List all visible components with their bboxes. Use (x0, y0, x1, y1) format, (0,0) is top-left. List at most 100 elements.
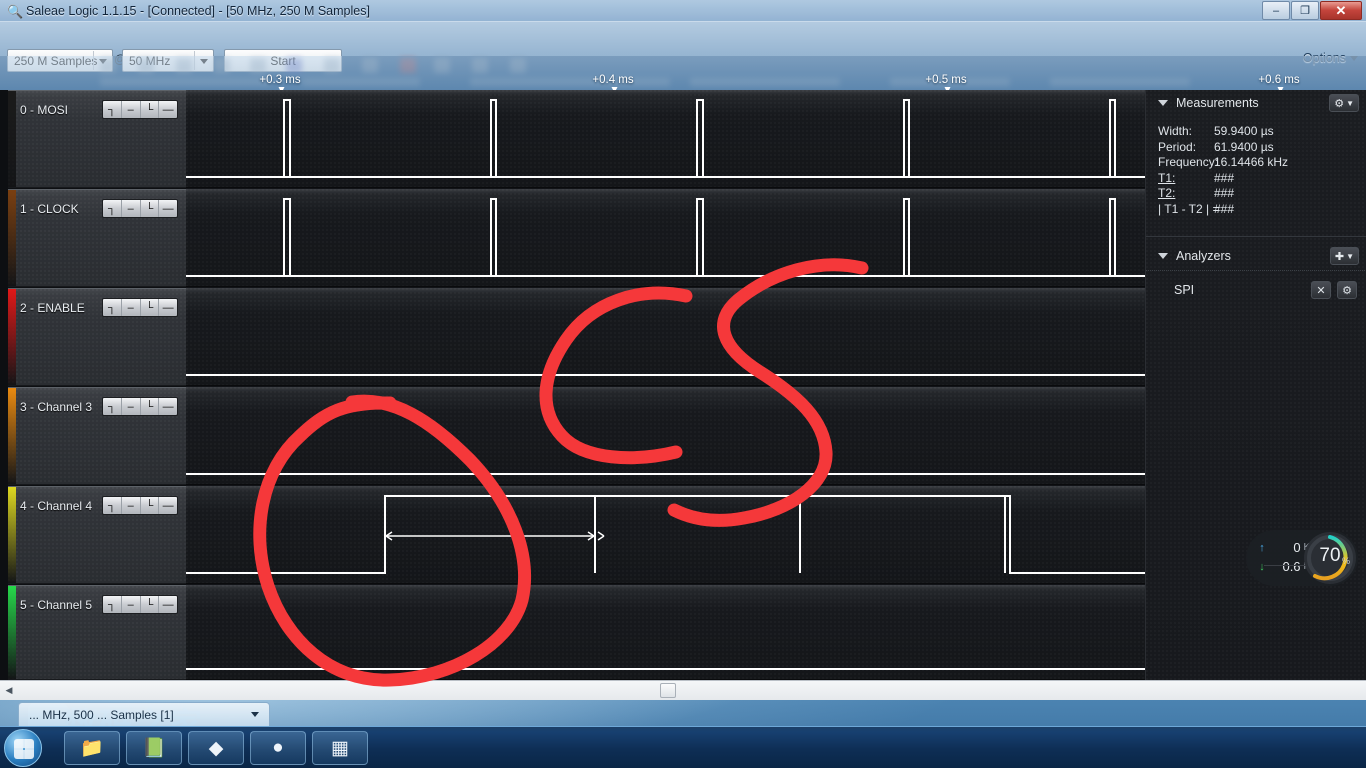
network-speed-widget[interactable]: ↑ 0 K/s ↓ 0.6 K/s (1246, 530, 1358, 586)
edge-trigger-buttons[interactable]: ┐ – └ — (102, 595, 178, 614)
falling-edge-icon[interactable]: └ (141, 596, 160, 613)
channel-color-strip (8, 289, 16, 385)
logic-app-icon: ▦ (331, 737, 349, 759)
high-level-icon[interactable]: – (122, 299, 141, 316)
maximize-button[interactable]: ❐ (1291, 1, 1319, 20)
chevron-down-icon (1158, 253, 1168, 259)
taskbar-item[interactable]: 📁 (64, 731, 120, 765)
measurements-header[interactable]: Measurements ⚙ ▼ (1146, 90, 1366, 116)
low-level-icon[interactable]: — (159, 200, 177, 217)
right-sidebar: Measurements ⚙ ▼ Width: 59.9400 µs Period:… (1145, 90, 1366, 680)
cpu-gauge: 70 % (1304, 532, 1356, 584)
remove-analyzer-button[interactable]: ✕ (1311, 281, 1331, 299)
measurement-value: ### (1214, 201, 1235, 216)
channel-header-5[interactable]: 5 - Channel 5 ┐ – └ — (8, 585, 186, 680)
low-level-icon[interactable]: — (159, 101, 177, 118)
edge-trigger-buttons[interactable]: ┐ – └ — (102, 199, 178, 218)
rising-edge-icon[interactable]: ┐ (103, 101, 122, 118)
edge-trigger-buttons[interactable]: ┐ – └ — (102, 496, 178, 515)
high-level-icon[interactable]: – (122, 596, 141, 613)
windows-start-icon[interactable] (4, 729, 42, 767)
window-tab-strip: ... MHz, 500 ... Samples [1] (0, 700, 1366, 726)
high-level-icon[interactable]: – (122, 101, 141, 118)
rising-edge-icon[interactable]: ┐ (103, 398, 122, 415)
edge-trigger-buttons[interactable]: ┐ – └ — (102, 397, 178, 416)
measurement-row-3: T1: ### (1146, 171, 1366, 187)
minimize-button[interactable]: – (1262, 1, 1290, 20)
measurement-label: | T1 - T2 | = (1158, 201, 1220, 216)
ruler-tick-label: +0.3 ms (259, 74, 301, 86)
analyzers-title: Analyzers (1176, 249, 1231, 263)
measurement-value: 61.9400 µs (1214, 139, 1274, 154)
notes-icon: 📗 (142, 738, 166, 759)
taskbar-item[interactable]: ▦ (312, 731, 368, 765)
magnifier-icon: 🔍 (7, 4, 24, 19)
measurements-settings-button[interactable]: ⚙ ▼ (1329, 94, 1359, 112)
gauge-unit: % (1341, 556, 1350, 566)
high-level-icon[interactable]: – (122, 200, 141, 217)
up-arrow-icon: ↑ (1259, 541, 1265, 554)
edge-trigger-buttons[interactable]: ┐ – └ — (102, 100, 178, 119)
falling-edge-icon[interactable]: └ (141, 101, 160, 118)
window-controls: – ❐ ✕ (1262, 1, 1362, 20)
low-level-icon[interactable]: — (159, 299, 177, 316)
channel-label: 1 - CLOCK (20, 202, 79, 216)
measurement-row-4: T2: ### (1146, 186, 1366, 202)
window-title: Saleae Logic 1.1.15 - [Connected] - [50 … (26, 4, 370, 18)
channel-list: 0 - MOSI ┐ – └ —1 - CLOCK ┐ – └ —2 - ENABLE ┐ – └ —3… (0, 90, 186, 680)
taskbar-item[interactable]: 📗 (126, 731, 182, 765)
channel-color-strip (8, 487, 16, 583)
chevron-down-icon: ▼ (1346, 98, 1354, 108)
rising-edge-icon[interactable]: ┐ (103, 200, 122, 217)
analyzer-settings-button[interactable]: ⚙ (1337, 281, 1357, 299)
channel-color-strip (8, 190, 16, 286)
taskbar-item[interactable]: ● (250, 731, 306, 765)
gear-icon: ⚙ (1334, 97, 1345, 110)
upload-speed-value: 0 (1293, 540, 1301, 555)
chevron-down-icon (1158, 100, 1168, 106)
low-level-icon[interactable]: — (159, 398, 177, 415)
capture-toolbar: 250 M Samples @ 50 MHz Start Options (0, 22, 1366, 72)
edge-trigger-buttons[interactable]: ┐ – └ — (102, 298, 178, 317)
analyzer-item-spi[interactable]: SPI ✕ ⚙ (1146, 279, 1366, 303)
rising-edge-icon[interactable]: ┐ (103, 497, 122, 514)
horizontal-scrollbar[interactable]: ◀ (0, 680, 1366, 700)
width-measurement-arrow (385, 531, 605, 541)
scrollbar-thumb[interactable] (660, 683, 676, 698)
low-level-icon[interactable]: — (159, 596, 177, 613)
rising-edge-icon[interactable]: ┐ (103, 299, 122, 316)
timeline-ruler[interactable]: +0.3 ms +0.4 ms +0.5 ms +0.6 ms (0, 56, 1366, 93)
measurement-row-0: Width: 59.9400 µs (1146, 124, 1366, 140)
channel-header-1[interactable]: 1 - CLOCK ┐ – └ — (8, 189, 186, 287)
measurement-label: Frequency: (1158, 155, 1219, 169)
app-window-tab[interactable]: ... MHz, 500 ... Samples [1] (18, 702, 270, 726)
channel-header-4[interactable]: 4 - Channel 4 ┐ – └ — (8, 486, 186, 584)
falling-edge-icon[interactable]: └ (141, 200, 160, 217)
measurement-label: T1: (1158, 170, 1176, 185)
title-bar: 🔍 Saleae Logic 1.1.15 - [Connected] - [5… (0, 0, 1366, 22)
close-button[interactable]: ✕ (1320, 1, 1362, 20)
measurements-title: Measurements (1176, 96, 1259, 110)
taskbar-item[interactable]: ◆ (188, 731, 244, 765)
measurement-row-1: Period: 61.9400 µs (1146, 140, 1366, 156)
falling-edge-icon[interactable]: └ (141, 299, 160, 316)
falling-edge-icon[interactable]: └ (141, 398, 160, 415)
rising-edge-icon[interactable]: ┐ (103, 596, 122, 613)
channel-label: 3 - Channel 3 (20, 400, 93, 414)
channel-header-3[interactable]: 3 - Channel 3 ┐ – └ — (8, 387, 186, 485)
gem-app-icon: ◆ (208, 737, 224, 759)
measurement-value: 59.9400 µs (1214, 124, 1274, 138)
high-level-icon[interactable]: – (122, 497, 141, 514)
high-level-icon[interactable]: – (122, 398, 141, 415)
channel-header-2[interactable]: 2 - ENABLE ┐ – └ — (8, 288, 186, 386)
channel-header-0[interactable]: 0 - MOSI ┐ – └ — (8, 90, 186, 188)
add-analyzer-button[interactable]: ✚ ▼ (1329, 247, 1359, 265)
logic-app-window: 🔍 Saleae Logic 1.1.15 - [Connected] - [5… (0, 0, 1366, 700)
channel-color-strip (8, 388, 16, 484)
low-level-icon[interactable]: — (159, 497, 177, 514)
channel-label: 5 - Channel 5 (20, 598, 93, 612)
scroll-left-button[interactable]: ◀ (2, 683, 16, 698)
analyzers-header[interactable]: Analyzers ✚ ▼ (1146, 243, 1366, 269)
falling-edge-icon[interactable]: └ (141, 497, 160, 514)
taskbar: 📁📗◆●▦ ⌨?▼▲▽⎘▃🔊♟ 20:33 2016/3/26 (0, 726, 1366, 768)
